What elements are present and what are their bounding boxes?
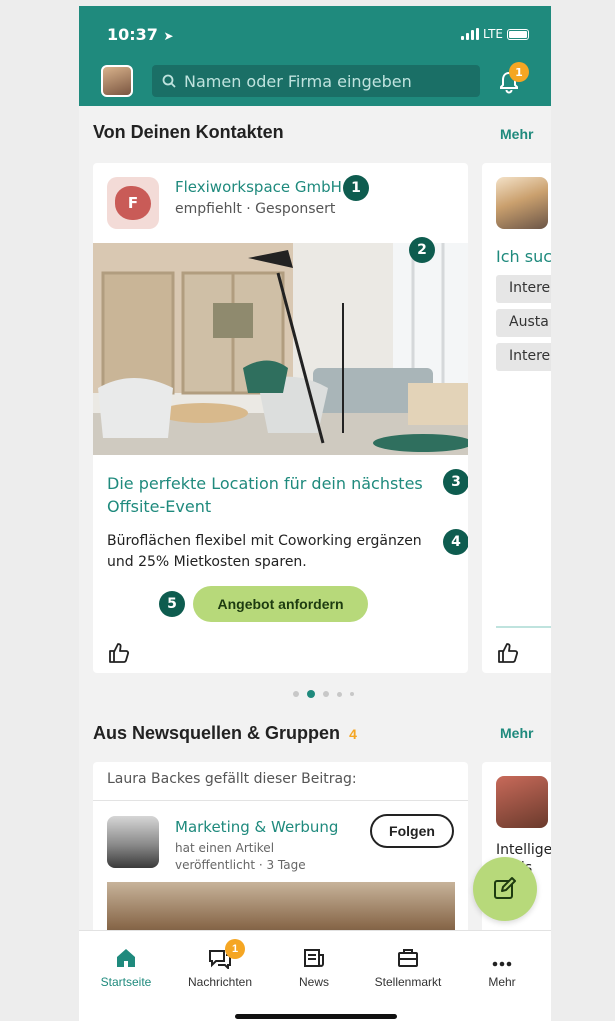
tab-nachrichten[interactable]: 1 Nachrichten <box>175 939 265 989</box>
search-input[interactable]: Namen oder Firma eingeben <box>152 65 480 97</box>
marker-2: 2 <box>409 237 435 263</box>
follow-button[interactable]: Folgen <box>370 814 454 848</box>
contact-avatar[interactable] <box>496 177 548 229</box>
page-dot[interactable] <box>323 691 329 697</box>
progress-line <box>496 626 551 628</box>
tab-startseite[interactable]: Startseite <box>81 943 171 989</box>
news-icon <box>304 949 324 967</box>
ad-subtitle: empfiehlt · Gesponsert <box>175 201 336 217</box>
office-photo <box>93 243 468 455</box>
status-indicators: LTE <box>461 27 529 41</box>
contacts-section-title: Von Deinen Kontakten <box>93 122 284 142</box>
home-indicator <box>235 1014 397 1019</box>
interest-tag[interactable]: Intere <box>496 275 551 303</box>
news-section-title: Aus Newsquellen & Gruppen 4 <box>93 723 357 743</box>
more-icon <box>492 961 512 967</box>
divider <box>93 800 468 801</box>
tab-mehr[interactable]: Mehr <box>457 943 547 989</box>
like-icon[interactable] <box>496 641 520 665</box>
source-meta-line1: hat einen Artikel <box>175 841 275 855</box>
news-more-link[interactable]: Mehr <box>500 725 533 741</box>
status-time: 10:37 ➤ <box>107 25 174 44</box>
news-peek-line1: Intellige <box>496 842 551 858</box>
tab-news[interactable]: News <box>269 943 359 989</box>
edit-icon <box>494 877 516 899</box>
briefcase-icon <box>398 949 418 967</box>
liked-by-text: Laura Backes gefällt dieser Beitrag: <box>107 771 357 787</box>
news-count: 4 <box>349 726 357 742</box>
interest-tag[interactable]: Intere <box>496 343 551 371</box>
sponsored-card[interactable]: F Flexiworkspace GmbH empfiehlt · Gespon… <box>93 163 468 673</box>
news-peek-avatar[interactable] <box>496 776 548 828</box>
phone-screen: 10:37 ➤ LTE Namen oder Firma eingeben 1 … <box>79 6 551 1021</box>
marker-5: 5 <box>159 591 185 617</box>
search-placeholder: Namen oder Firma eingeben <box>184 71 412 91</box>
ad-headline[interactable]: Die perfekte Location für dein nächstes … <box>107 472 437 518</box>
battery-icon <box>507 28 529 40</box>
tab-bar: Startseite 1 Nachrichten News Stellenmar… <box>79 930 551 1021</box>
notification-badge: 1 <box>509 62 529 82</box>
page-dot-active[interactable] <box>307 690 315 698</box>
top-bar: 10:37 ➤ LTE Namen oder Firma eingeben 1 <box>79 6 551 106</box>
signal-icon <box>461 28 480 40</box>
ad-body: Büroflächen flexibel mit Coworking ergän… <box>107 533 422 570</box>
marker-4: 4 <box>443 529 468 555</box>
contact-card-peek[interactable]: Ich suc Intere Austa Intere <box>482 163 551 673</box>
home-icon <box>117 949 135 967</box>
source-avatar[interactable] <box>107 816 159 868</box>
source-meta-line2: veröffentlicht · 3 Tage <box>175 858 306 872</box>
page-dot[interactable] <box>293 691 299 697</box>
location-arrow-icon: ➤ <box>163 29 174 43</box>
notifications-bell[interactable]: 1 <box>497 62 529 94</box>
source-name[interactable]: Marketing & Werbung <box>175 818 338 836</box>
ad-image[interactable] <box>93 243 468 455</box>
like-icon[interactable] <box>107 641 131 665</box>
company-logo[interactable]: F <box>107 177 159 229</box>
messages-badge: 1 <box>225 939 245 959</box>
contacts-more-link[interactable]: Mehr <box>500 126 533 142</box>
network-label: LTE <box>483 27 503 41</box>
marker-1: 1 <box>343 175 369 201</box>
page-dot[interactable] <box>350 692 354 696</box>
company-name[interactable]: Flexiworkspace GmbH <box>175 178 342 196</box>
interest-tag[interactable]: Austa <box>496 309 551 337</box>
compose-button[interactable] <box>473 857 537 921</box>
tab-stellenmarkt[interactable]: Stellenmarkt <box>363 943 453 989</box>
marker-3: 3 <box>443 469 468 495</box>
search-icon <box>162 74 176 88</box>
peek-title: Ich suc <box>496 247 551 266</box>
page-dot[interactable] <box>337 691 342 697</box>
request-offer-button[interactable]: Angebot anfordern <box>193 586 368 622</box>
profile-avatar[interactable] <box>101 65 133 97</box>
carousel-pagination[interactable] <box>293 690 354 698</box>
